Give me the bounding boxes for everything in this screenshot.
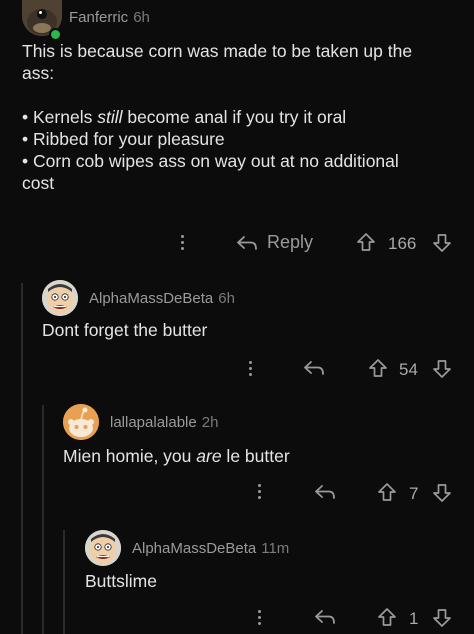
reply-label: Reply xyxy=(267,232,314,252)
more-options-icon[interactable] xyxy=(181,235,185,253)
more-options-icon[interactable] xyxy=(258,484,262,502)
vote-count: 1 xyxy=(409,609,419,628)
upvote-arrow-icon xyxy=(369,359,387,377)
reply-arrow-icon xyxy=(237,235,257,250)
downvote-button[interactable] xyxy=(432,359,452,379)
username[interactable]: lallapalalable xyxy=(110,414,197,431)
vote-count: 54 xyxy=(399,360,418,379)
upvote-button[interactable] xyxy=(377,482,397,502)
comment-text-line: This is because corn was made to be take… xyxy=(22,41,413,61)
snoo-avatar-icon xyxy=(63,404,99,440)
comment-body: Mien homie, you are le butter xyxy=(63,446,290,466)
vote-count: 7 xyxy=(409,484,419,503)
username[interactable]: AlphaMassDeBeta xyxy=(132,540,256,557)
reply-arrow-icon xyxy=(315,485,335,499)
avatar[interactable] xyxy=(85,530,121,566)
comment-author[interactable]: AlphaMassDeBeta 11m xyxy=(132,540,289,557)
upvote-arrow-icon xyxy=(357,233,375,251)
comment-text-line: ass: xyxy=(22,63,55,83)
upvote-button[interactable] xyxy=(377,607,397,627)
upvote-arrow-icon xyxy=(378,483,396,501)
reply-button[interactable] xyxy=(314,608,336,626)
more-options-icon[interactable] xyxy=(249,361,253,379)
comment-author[interactable]: lallapalalable 2h xyxy=(110,414,218,431)
more-options-icon[interactable] xyxy=(258,610,262,628)
reply-button[interactable] xyxy=(314,483,336,501)
username[interactable]: AlphaMassDeBeta xyxy=(89,290,213,307)
avatar[interactable] xyxy=(42,280,78,316)
downvote-arrow-icon xyxy=(433,360,451,378)
downvote-arrow-icon xyxy=(433,609,451,627)
downvote-button[interactable] xyxy=(432,233,452,253)
timestamp: 6h xyxy=(218,290,235,307)
comment-author[interactable]: AlphaMassDeBeta 6h xyxy=(89,290,235,307)
downvote-button[interactable] xyxy=(432,608,452,628)
thread-line[interactable] xyxy=(63,530,65,634)
timestamp: 11m xyxy=(261,540,290,557)
timestamp: 6h xyxy=(133,9,150,26)
vote-count: 166 xyxy=(388,234,417,253)
upvote-button[interactable] xyxy=(356,232,376,252)
bullet-continuation: cost xyxy=(22,173,55,193)
upvote-button[interactable] xyxy=(368,358,388,378)
comment-author[interactable]: Fanferric 6h xyxy=(69,9,150,26)
upvote-arrow-icon xyxy=(378,608,396,626)
downvote-arrow-icon xyxy=(433,234,451,252)
thread-line[interactable] xyxy=(21,283,23,634)
downvote-button[interactable] xyxy=(432,483,452,503)
bullet-item: • Kernels still become anal if you try i… xyxy=(22,107,347,127)
username[interactable]: Fanferric xyxy=(69,9,128,26)
avatar[interactable] xyxy=(63,404,99,440)
reply-arrow-icon xyxy=(315,610,335,624)
face-avatar-icon xyxy=(85,530,121,566)
bullet-item: • Corn cob wipes ass on way out at no ad… xyxy=(22,151,399,171)
thread-line[interactable] xyxy=(42,405,44,634)
reply-button[interactable] xyxy=(303,359,325,377)
reply-arrow-icon xyxy=(304,361,324,375)
comment-body: Dont forget the butter xyxy=(42,320,208,340)
downvote-arrow-icon xyxy=(433,484,451,502)
timestamp: 2h xyxy=(201,414,219,431)
bullet-item: • Ribbed for your pleasure xyxy=(22,129,225,149)
comment-body: Buttslime xyxy=(85,571,157,591)
comment-body: This is because corn was made to be take… xyxy=(22,40,462,194)
reply-button[interactable]: Reply xyxy=(236,232,313,253)
face-avatar-icon xyxy=(42,280,78,316)
